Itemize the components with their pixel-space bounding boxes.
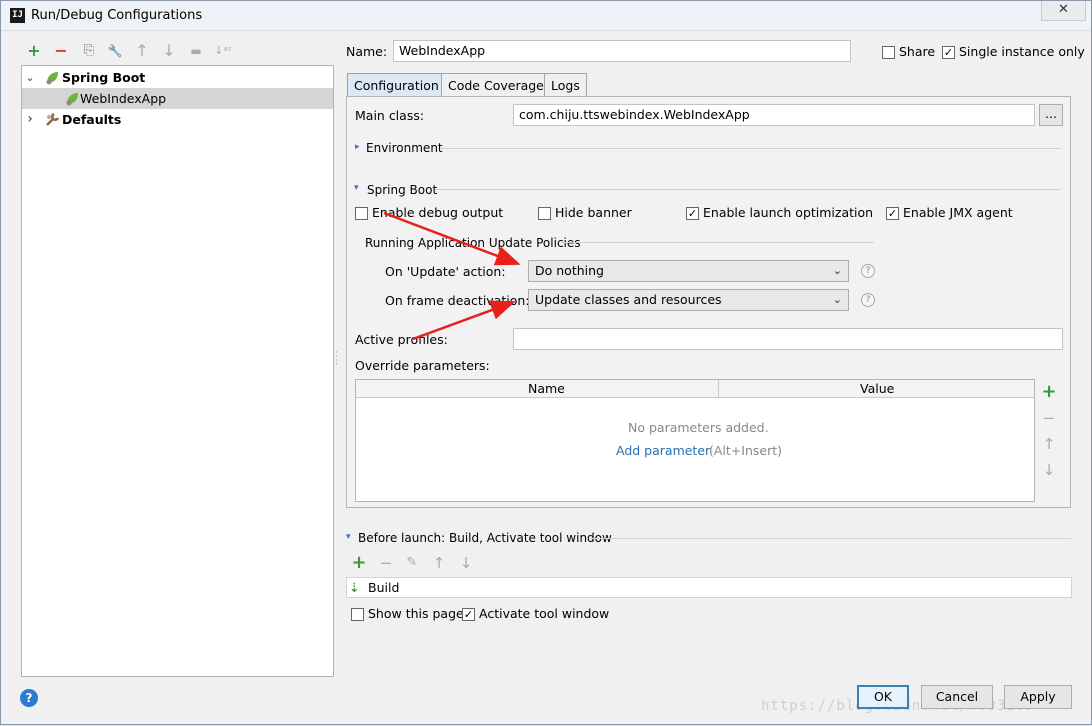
run-debug-dialog: IJ Run/Debug Configurations ✕ + − ⎘ 🔧 ↑ … — [0, 0, 1092, 725]
annotation-arrow-update — [383, 211, 521, 266]
annotation-arrow-frame — [412, 300, 516, 341]
annotation-arrows — [383, 211, 521, 341]
